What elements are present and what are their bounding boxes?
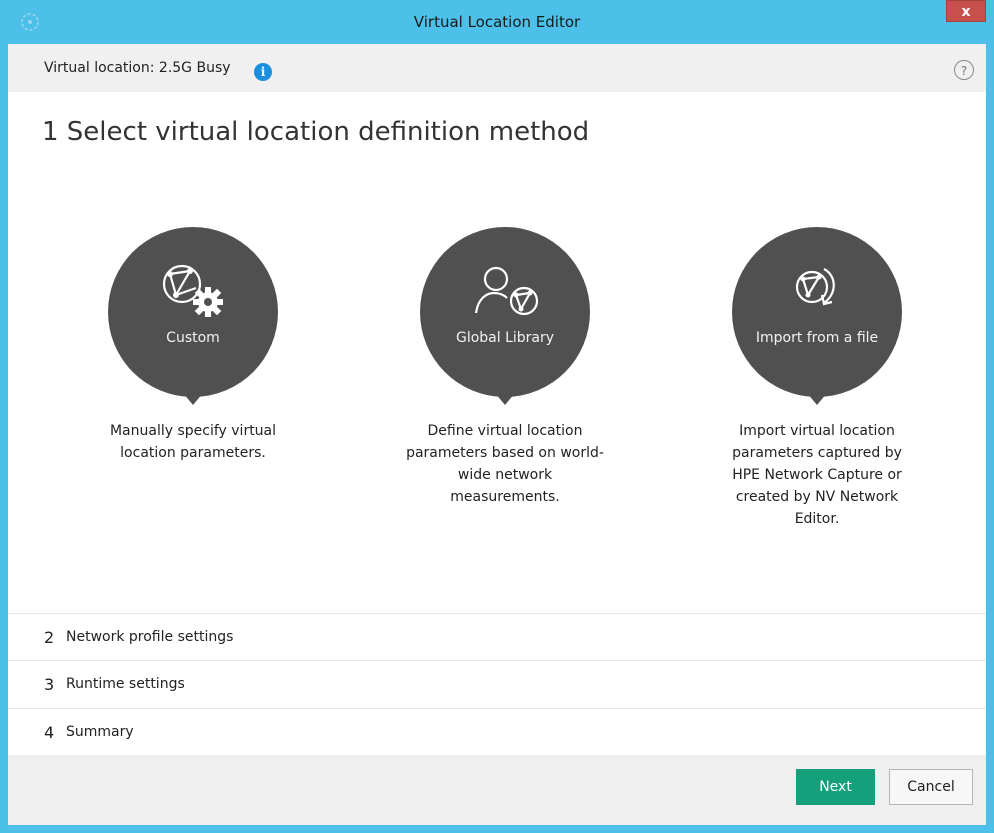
method-import-from-file[interactable]: Import from a file Import virtual locati… (717, 227, 917, 530)
method-global-library[interactable]: Global Library Define virtual location p… (405, 227, 605, 508)
method-import-bubble[interactable]: Import from a file (732, 227, 902, 412)
window-title: Virtual Location Editor (413, 13, 581, 31)
next-button[interactable]: Next (796, 769, 875, 805)
method-description: Manually specify virtual location parame… (109, 423, 277, 461)
globe-gear-icon (108, 263, 278, 319)
virtual-location-editor-window: Virtual Location Editor x Virtual locati… (0, 0, 994, 833)
step1-title: 1 Select virtual location definition met… (42, 117, 590, 147)
step-runtime-settings[interactable]: 3 Runtime settings (8, 660, 986, 707)
step-network-profile-settings[interactable]: 2 Network profile settings (8, 613, 986, 660)
title-bar[interactable]: Virtual Location Editor x (0, 0, 994, 44)
step-summary[interactable]: 4 Summary (8, 708, 986, 755)
info-icon[interactable]: i (254, 63, 272, 81)
method-custom-bubble[interactable]: Custom (108, 227, 278, 412)
globe-import-icon (732, 263, 902, 319)
close-button[interactable]: x (946, 0, 986, 22)
step-number: 3 (44, 675, 55, 694)
method-custom[interactable]: Custom Manually specify virtual location… (93, 227, 293, 464)
user-globe-icon (420, 263, 590, 319)
method-description: Define virtual location parameters based… (406, 423, 604, 505)
editor-content: Virtual location: 2.5G Busy i ? 1 Select… (8, 44, 986, 825)
method-label: Custom (166, 330, 220, 346)
method-label: Import from a file (755, 330, 879, 346)
method-global-library-bubble[interactable]: Global Library (420, 227, 590, 412)
method-label: Global Library (455, 330, 555, 346)
step-number: 2 (44, 628, 55, 647)
method-description: Import virtual location parameters captu… (732, 423, 902, 527)
info-bar: Virtual location: 2.5G Busy i ? (8, 44, 986, 92)
step-number: 4 (44, 723, 55, 742)
step-label: Runtime settings (66, 676, 185, 692)
step-label: Summary (66, 724, 134, 740)
help-icon[interactable]: ? (954, 60, 974, 80)
footer: Next Cancel (8, 755, 986, 825)
cancel-button[interactable]: Cancel (889, 769, 973, 805)
step-label: Network profile settings (66, 629, 234, 645)
virtual-location-label: Virtual location: 2.5G Busy (44, 60, 231, 76)
